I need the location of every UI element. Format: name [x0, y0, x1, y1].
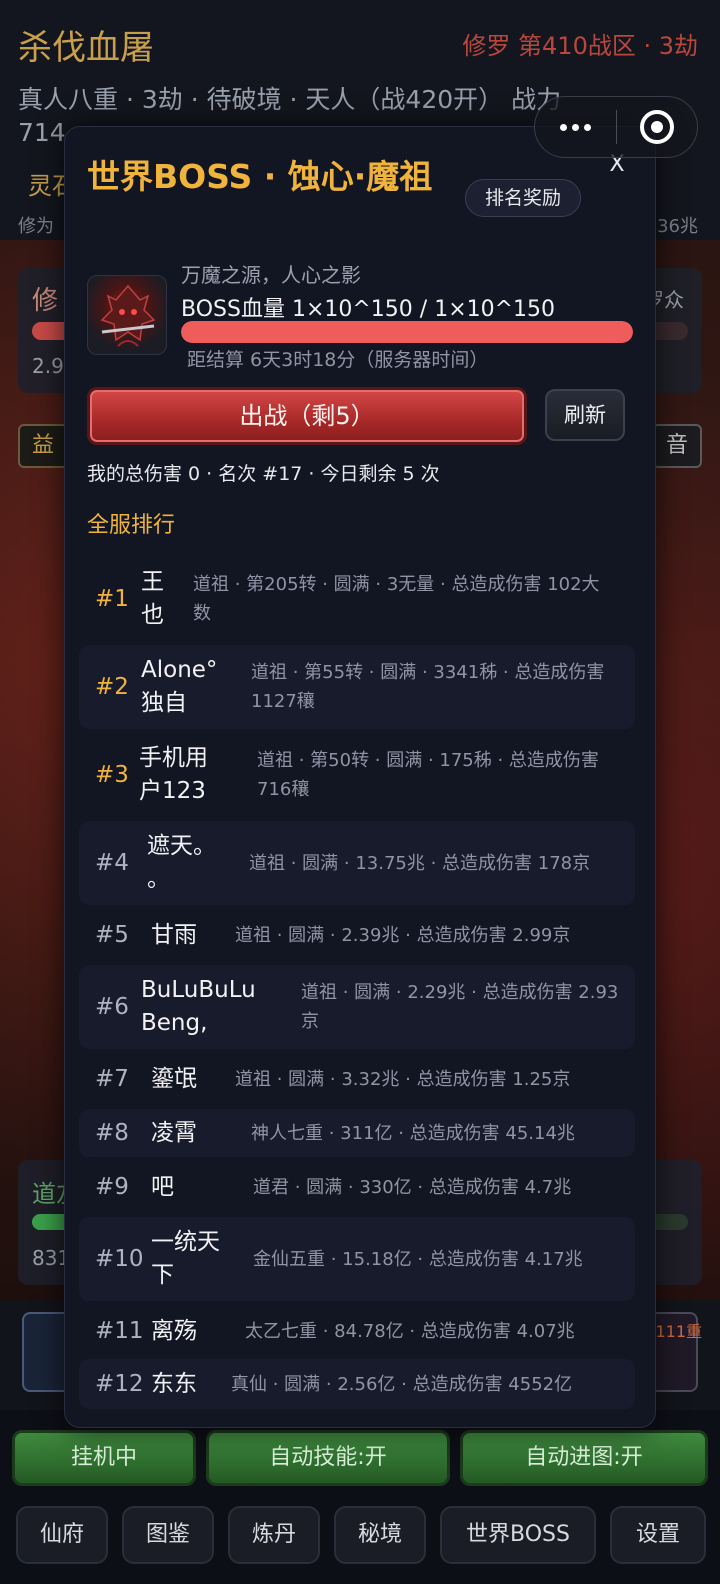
player-stats: 道祖 · 圆满 · 2.39兆 · 总造成伤害 2.99京 [235, 924, 571, 946]
rank-number: #9 [95, 1174, 129, 1200]
nav-codex[interactable]: 图鉴 [122, 1506, 214, 1564]
miniprogram-capsule [534, 96, 698, 158]
cultivation-label: 修为 [18, 216, 54, 237]
player-name: 手机用 户123 [139, 745, 208, 804]
fight-button[interactable]: 出战（剩5） [87, 387, 527, 445]
player-stats: 道祖 · 圆满 · 13.75兆 · 总造成伤害 178京 [249, 852, 591, 874]
ranking-row[interactable]: #8 凌霄 神人七重 · 311亿 · 总造成伤害 45.14兆 [79, 1109, 635, 1157]
player-stats: 道祖 · 第50转 · 圆满 · 175秭 · 总造成伤害 716穰 [257, 750, 599, 800]
ranking-row[interactable]: #1 王 也 道祖 · 第205转 · 圆满 · 3无量 · 总造成伤害 102大数 [79, 557, 635, 641]
enemy-card-title: 修 [32, 286, 59, 316]
auto-skill-button[interactable]: 自动技能:开 [206, 1430, 450, 1486]
player-stats: 真仙 · 圆满 · 2.56亿 · 总造成伤害 4552亿 [231, 1373, 573, 1395]
target-circle-icon [639, 110, 674, 144]
player-stats: 太乙七重 · 84.78亿 · 总造成伤害 4.07兆 [245, 1320, 575, 1342]
ranking-row[interactable]: #2 Alone° 独自 道祖 · 第55转 · 圆满 · 3341秭 · 总造成伤… [79, 645, 635, 729]
player-stats: 道祖 · 圆满 · 2.29兆 · 总造成伤害 2.93京 [301, 982, 619, 1032]
rank-number: #6 [95, 994, 129, 1020]
player-stats: 道祖 · 第205转 · 圆满 · 3无量 · 总造成伤害 102大数 [193, 574, 600, 624]
player-name: 鎏氓 [151, 1065, 197, 1092]
rank-number: #2 [95, 674, 129, 700]
nav-settings[interactable]: 设置 [610, 1506, 706, 1564]
rank-number: #5 [95, 922, 129, 948]
ranking-row[interactable]: #3 手机用 户123 道祖 · 第50转 · 圆满 · 175秭 · 总造成伤害 … [79, 733, 635, 817]
settle-countdown: 距结算 6天3时18分（服务器时间） [187, 349, 489, 371]
auto-map-button[interactable]: 自动进图:开 [460, 1430, 708, 1486]
ranking-row[interactable]: #10 一统天 下 金仙五重 · 15.18亿 · 总造成伤害 4.17兆 [79, 1217, 635, 1301]
cultivation-value: 36兆 [657, 216, 698, 237]
server-label: 修罗 第410战区 · 3劫 [462, 32, 698, 60]
player-name: BuLuBuLu Beng, [141, 977, 256, 1036]
player-name: 吧 [151, 1173, 174, 1200]
buff-chip[interactable]: 益 [18, 424, 68, 468]
nav-world-boss[interactable]: 世界BOSS [440, 1506, 596, 1564]
player-name: 东东 [151, 1370, 197, 1397]
rank-number: #12 [95, 1371, 144, 1397]
ranking-row[interactable]: #7 鎏氓 道祖 · 圆满 · 3.32兆 · 总造成伤害 1.25京 [79, 1053, 635, 1105]
rank-number: #3 [95, 762, 129, 788]
player-name: 甘雨 [151, 921, 197, 948]
ranking-row[interactable]: #5 甘雨 道祖 · 圆满 · 2.39兆 · 总造成伤害 2.99京 [79, 909, 635, 961]
enemy-card-value: 2.9 [32, 354, 64, 378]
rank-number: #7 [95, 1066, 129, 1092]
world-boss-modal: 世界BOSS · 蚀心·魔祖 排名奖励 X 万魔之源，人心之影 BOSS血量 1… [64, 126, 656, 1428]
combat-power: 714 [18, 118, 66, 147]
refresh-button[interactable]: 刷新 [545, 389, 625, 441]
exit-miniprogram-button[interactable] [617, 97, 698, 157]
more-menu-button[interactable] [535, 97, 616, 157]
player-name: 一统天 下 [151, 1229, 220, 1288]
ranking-row[interactable]: #11 离殇 太乙七重 · 84.78亿 · 总造成伤害 4.07兆 [79, 1305, 635, 1357]
nav-cave-mansion[interactable]: 仙府 [16, 1506, 108, 1564]
boss-motto: 万魔之源，人心之影 [181, 263, 361, 287]
ranking-row[interactable]: #12 东东 真仙 · 圆满 · 2.56亿 · 总造成伤害 4552亿 [79, 1359, 635, 1409]
player-name: hs [151, 1423, 178, 1428]
rank-number: #11 [95, 1318, 144, 1344]
player-name: 遮天。 。 [147, 833, 216, 892]
player-name: 离殇 [151, 1317, 197, 1344]
character-realm: 真人八重 · 3劫 · 待破境 · 天人（战420开） 战力 [18, 85, 562, 114]
character-name: 杀伐血屠 [18, 28, 154, 68]
player-stats: 道君 · 圆满 · 330亿 · 总造成伤害 4.7兆 [253, 1176, 572, 1198]
rank-number: #10 [95, 1246, 144, 1272]
boss-hp-fill [181, 321, 633, 343]
nav-alchemy[interactable]: 炼丹 [228, 1506, 320, 1564]
rank-reward-button[interactable]: 排名奖励 [465, 179, 581, 217]
rank-number: #4 [95, 850, 129, 876]
auto-battle-button[interactable]: 挂机中 [12, 1430, 196, 1486]
rank-number: #8 [95, 1120, 129, 1146]
player-name: Alone° 独自 [141, 657, 218, 716]
player-stats: 神人七重 · 311亿 · 总造成伤害 45.14兆 [251, 1122, 575, 1144]
more-dots-icon [559, 123, 591, 131]
player-stats: 道祖 · 圆满 · 3.32兆 · 总造成伤害 1.25京 [235, 1068, 571, 1090]
boss-avatar [87, 275, 167, 355]
my-damage-stats: 我的总伤害 0 · 名次 #17 · 今日剩余 5 次 [87, 463, 440, 485]
ranking-row[interactable]: #13 hs 真仙 · 圆满 · 8.11亿 · 总造成伤害 2911亿 [79, 1413, 635, 1428]
ranking-row[interactable]: #9 吧 道君 · 圆满 · 330亿 · 总造成伤害 4.7兆 [79, 1161, 635, 1213]
sound-chip[interactable]: 音 [652, 424, 702, 468]
boss-hp-label: BOSS血量 1×10^150 / 1×10^150 [181, 297, 556, 322]
ranking-row[interactable]: #6 BuLuBuLu Beng, 道祖 · 圆满 · 2.29兆 · 总造成伤害 … [79, 965, 635, 1049]
modal-title: 世界BOSS · 蚀心·魔祖 [87, 157, 433, 196]
server-ranking-title: 全服排行 [87, 513, 176, 538]
boss-hp-bar [181, 321, 633, 343]
rank-number: #13 [95, 1426, 144, 1427]
skill-badge: 111重 [655, 1322, 702, 1341]
player-stats: 道祖 · 第55转 · 圆满 · 3341秭 · 总造成伤害 1127穰 [251, 662, 605, 712]
ranking-row[interactable]: #4 遮天。 。 道祖 · 圆满 · 13.75兆 · 总造成伤害 178京 [79, 821, 635, 905]
player-stats: 真仙 · 圆满 · 8.11亿 · 总造成伤害 2911亿 [231, 1425, 627, 1428]
nav-secret-realm[interactable]: 秘境 [334, 1506, 426, 1564]
rank-number: #1 [95, 586, 129, 612]
player-name: 凌霄 [151, 1119, 197, 1146]
player-name: 王 也 [141, 569, 164, 628]
player-stats: 金仙五重 · 15.18亿 · 总造成伤害 4.17兆 [253, 1248, 583, 1270]
